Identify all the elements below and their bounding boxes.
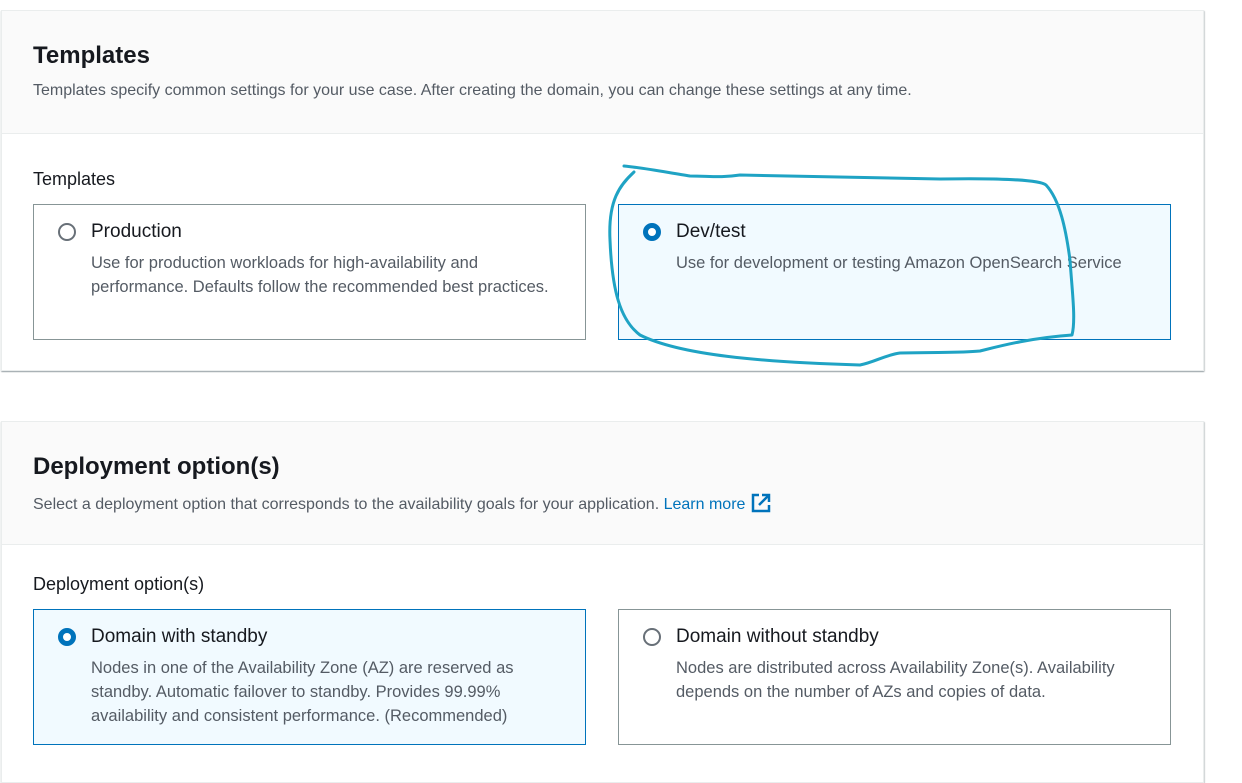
without-standby-radio[interactable] xyxy=(643,628,661,646)
templates-panel-description: Templates specify common settings for yo… xyxy=(33,82,912,99)
deployment-panel: Deployment option(s) Select a deployment… xyxy=(1,421,1204,783)
without-standby-description: Nodes are distributed across Availabilit… xyxy=(676,659,1115,701)
templates-panel-header: Templates Templates specify common setti… xyxy=(2,11,1203,134)
template-option-production[interactable]: Production Use for production workloads … xyxy=(33,204,586,340)
with-standby-description: Nodes in one of the Availability Zone (A… xyxy=(91,659,514,725)
deployment-field-label: Deployment option(s) xyxy=(33,574,205,594)
dev-test-title: Dev/test xyxy=(676,221,746,242)
templates-panel-title: Templates xyxy=(33,42,150,69)
deployment-option-without-standby[interactable]: Domain without standby Nodes are distrib… xyxy=(618,609,1171,745)
with-standby-radio[interactable] xyxy=(58,628,76,646)
dev-test-description: Use for development or testing Amazon Op… xyxy=(676,254,1122,272)
deployment-panel-title: Deployment option(s) xyxy=(33,453,280,480)
templates-field-label: Templates xyxy=(33,169,116,189)
external-link-icon xyxy=(752,493,771,513)
production-title: Production xyxy=(91,221,182,242)
deployment-panel-header: Deployment option(s) Select a deployment… xyxy=(2,422,1203,545)
page-right-margin xyxy=(1203,0,1242,769)
production-radio[interactable] xyxy=(58,223,76,241)
with-standby-title: Domain with standby xyxy=(91,626,268,647)
deployment-option-with-standby[interactable]: Domain with standby Nodes in one of the … xyxy=(33,609,586,745)
deployment-panel-description: Select a deployment option that correspo… xyxy=(33,493,771,514)
templates-panel: Templates Templates specify common setti… xyxy=(1,10,1204,371)
production-description: Use for production workloads for high-av… xyxy=(91,254,549,296)
learn-more-label: Learn more xyxy=(663,496,746,513)
template-option-dev-test[interactable]: Dev/test Use for development or testing … xyxy=(618,204,1171,340)
deployment-description-text: Select a deployment option that correspo… xyxy=(33,496,660,513)
without-standby-title: Domain without standby xyxy=(676,626,879,647)
dev-test-radio[interactable] xyxy=(643,223,661,241)
learn-more-link[interactable]: Learn more xyxy=(663,493,772,513)
